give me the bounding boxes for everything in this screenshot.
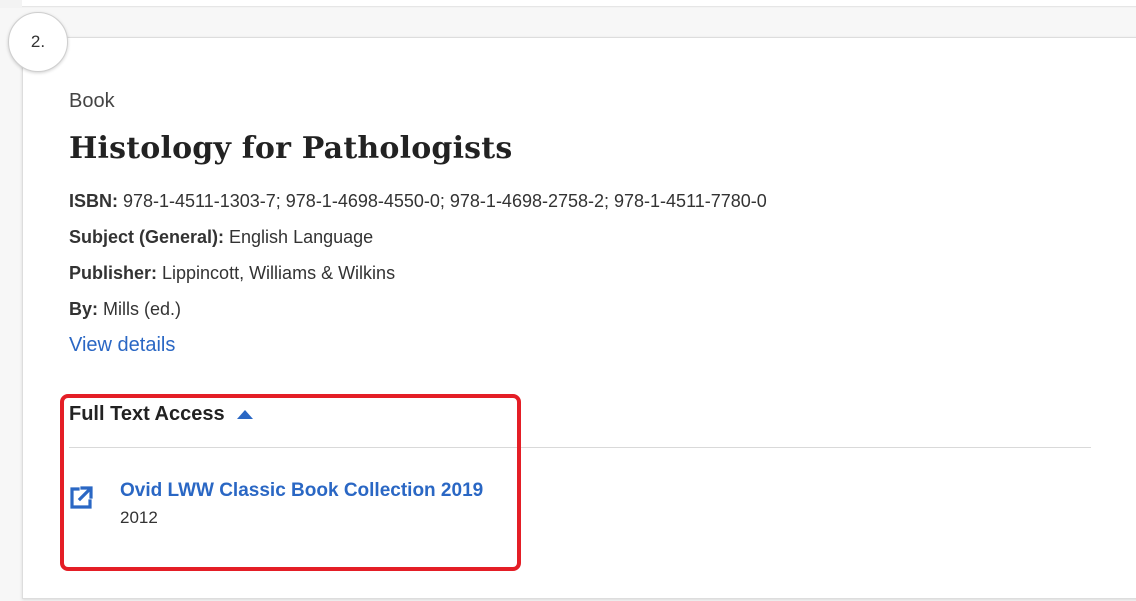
source-year: 2012 xyxy=(120,508,158,527)
isbn-label: ISBN: xyxy=(69,191,118,211)
caret-up-icon xyxy=(236,410,253,419)
author-label: By: xyxy=(69,299,99,319)
view-details-link[interactable]: View details xyxy=(69,334,175,357)
result-card xyxy=(22,37,1136,599)
author-line: By: Mills (ed.) xyxy=(69,299,181,320)
external-link-icon[interactable] xyxy=(68,485,94,511)
previous-result-card-edge xyxy=(22,0,1136,7)
section-divider xyxy=(69,447,1091,448)
subject-label: Subject (General): xyxy=(69,227,225,247)
full-text-access-heading: Full Text Access xyxy=(69,403,225,425)
result-index-badge: 2. xyxy=(8,12,68,72)
subject-line: Subject (General): English Language xyxy=(69,227,373,248)
publisher-label: Publisher: xyxy=(69,263,158,283)
isbn-line: ISBN: 978-1-4511-1303-7; 978-1-4698-4550… xyxy=(69,191,767,212)
result-type: Book xyxy=(69,90,115,112)
source-link[interactable]: Ovid LWW Classic Book Collection 2019 xyxy=(120,480,483,502)
publisher-line: Publisher: Lippincott, Williams & Wilkin… xyxy=(69,263,395,284)
result-index-number: 2. xyxy=(30,32,46,51)
full-text-access-toggle[interactable]: Full Text Access xyxy=(69,403,253,426)
subject-value: English Language xyxy=(224,227,374,247)
publisher-value: Lippincott, Williams & Wilkins xyxy=(157,263,396,283)
result-title: Histology for Pathologists xyxy=(69,131,513,166)
isbn-value: 978-1-4511-1303-7; 978-1-4698-4550-0; 97… xyxy=(118,191,767,211)
author-value: Mills (ed.) xyxy=(98,299,182,319)
